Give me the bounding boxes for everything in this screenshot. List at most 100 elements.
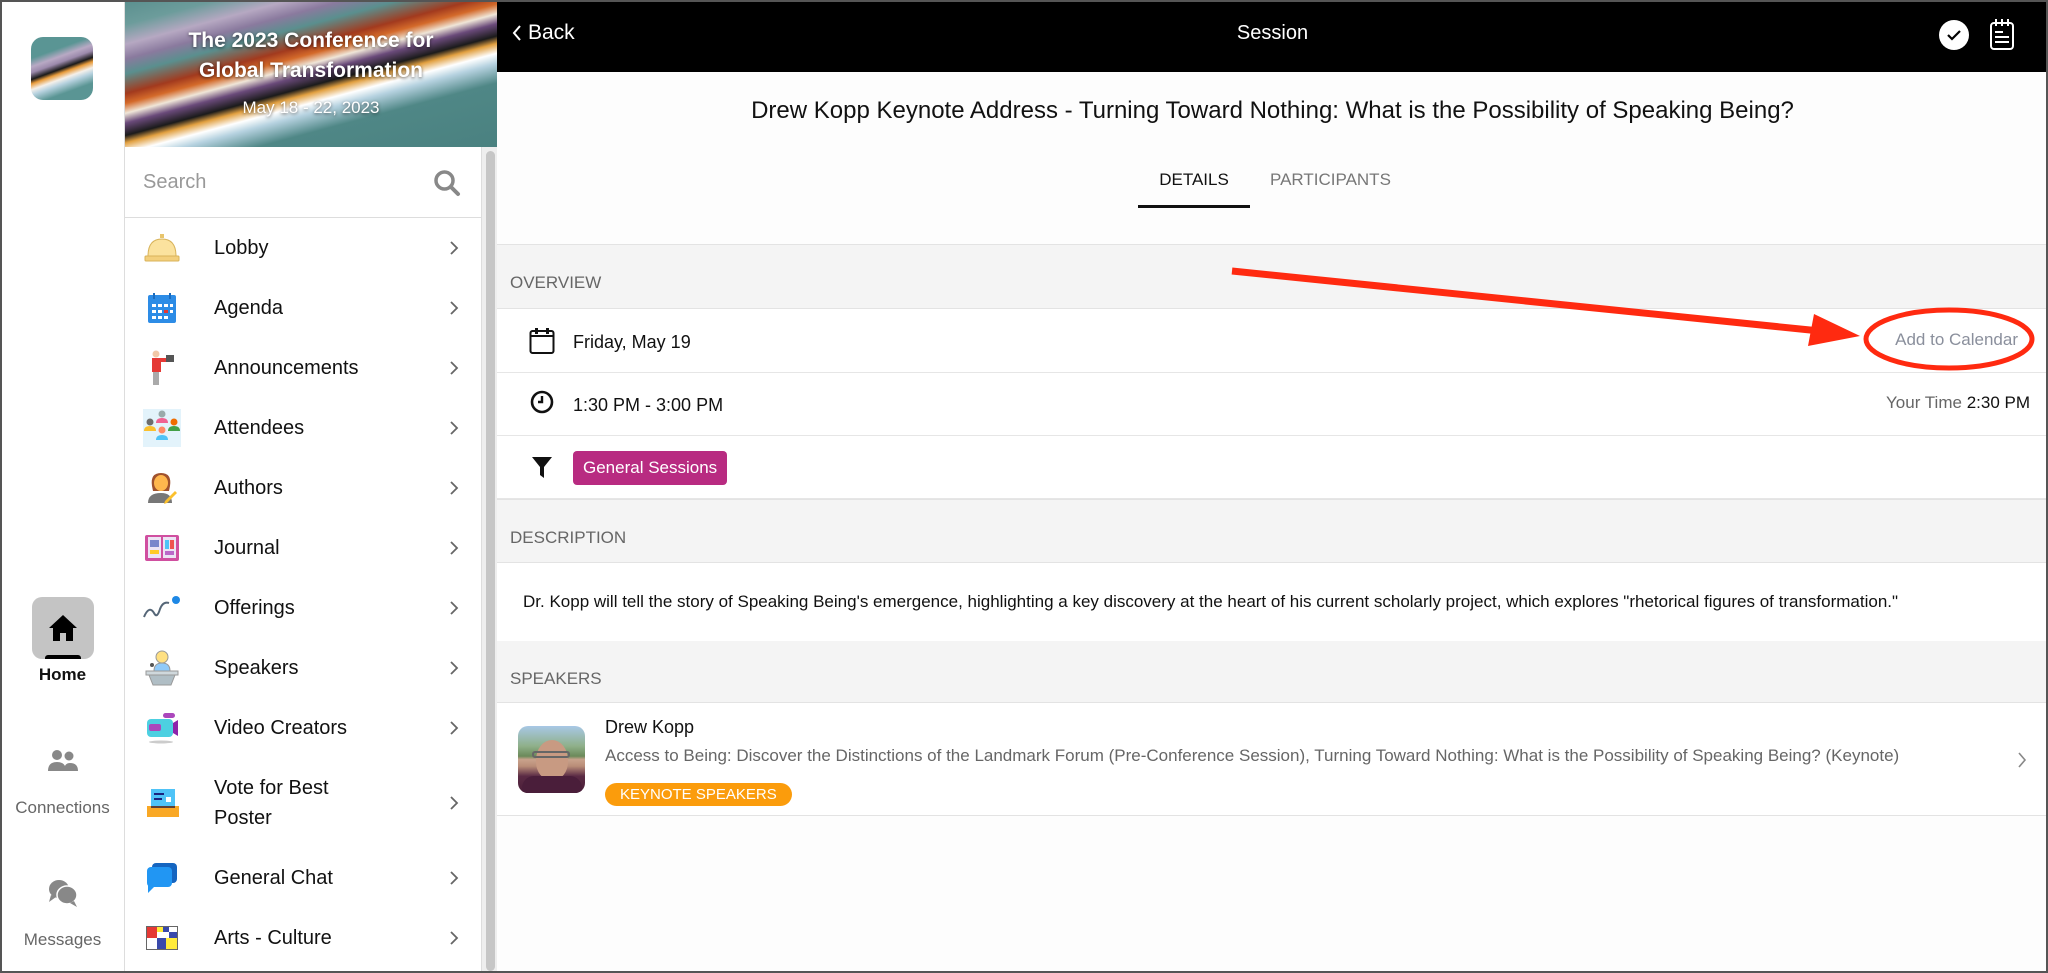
sidebar-item-agenda[interactable]: Agenda <box>125 278 481 338</box>
chevron-right-icon <box>450 241 459 255</box>
chevron-right-icon <box>450 541 459 555</box>
sidebar-item-journal[interactable]: Journal <box>125 518 481 578</box>
sidebar-item-lobby[interactable]: Lobby <box>125 218 481 278</box>
scrollbar-thumb[interactable] <box>486 151 495 971</box>
sidebar-item-label: Offerings <box>214 597 295 619</box>
session-title: Drew Kopp Keynote Address - Turning Towa… <box>751 97 1794 124</box>
chevron-right-icon <box>450 661 459 675</box>
search-input[interactable] <box>143 165 423 199</box>
chevron-right-icon <box>450 931 459 945</box>
search-icon[interactable] <box>433 169 461 197</box>
sidebar-item-label: Attendees <box>214 417 305 439</box>
chevron-right-icon <box>450 796 459 810</box>
date-row: Friday, May 19 Add to Calendar <box>497 309 2048 373</box>
sidebar-item-label: General Chat <box>214 867 333 889</box>
search-bar <box>125 147 481 218</box>
session-date: Friday, May 19 <box>573 332 691 352</box>
overview-header: OVERVIEW <box>497 244 2048 309</box>
open-book-icon <box>143 529 181 567</box>
chevron-right-icon <box>450 421 459 435</box>
top-bar: Back Session <box>497 0 2048 72</box>
service-bell-icon <box>143 229 181 267</box>
video-camera-icon <box>143 709 181 747</box>
speakers-header: SPEAKERS <box>497 641 2048 703</box>
rail-item-home[interactable]: Home <box>0 597 125 685</box>
sidebar-item-label: Agenda <box>214 297 283 319</box>
calendar-outline-icon <box>527 326 557 356</box>
filter-icon <box>527 453 557 483</box>
chat-icon <box>143 859 181 897</box>
chevron-right-icon <box>450 601 459 615</box>
time-row: 1:30 PM - 3:00 PM Your Time 2:30 PM <box>497 373 2048 436</box>
category-badge[interactable]: General Sessions <box>573 451 728 485</box>
app-logo[interactable] <box>31 37 93 100</box>
sidebar-item-vote-for-best-poster[interactable]: Vote for Best Poster <box>125 758 481 848</box>
left-rail: Home Connections Messages <box>0 0 125 973</box>
rail-label: Home <box>38 665 87 684</box>
rail-label: Messages <box>23 930 102 949</box>
podium-icon <box>143 649 181 687</box>
sidebar-menu: Lobby Agenda Announcements Attendees Aut… <box>125 218 481 968</box>
chevron-right-icon <box>450 361 459 375</box>
conference-title: The 2023 Conference for Global Transform… <box>188 29 434 82</box>
speaker-type-badge: KEYNOTE SPEAKERS <box>605 783 792 806</box>
sidebar-item-label: Lobby <box>214 237 269 259</box>
clock-icon <box>527 387 557 417</box>
rail-item-messages[interactable]: Messages <box>0 862 125 950</box>
rail-item-connections[interactable]: Connections <box>0 730 125 818</box>
sidebar-item-label: Journal <box>214 537 280 559</box>
author-icon <box>143 469 181 507</box>
color-grid-icon <box>143 919 181 957</box>
conference-dates: May 18 - 22, 2023 <box>242 98 380 117</box>
sidebar-item-arts-culture[interactable]: Arts - Culture <box>125 908 481 968</box>
description-header: DESCRIPTION <box>497 499 2048 563</box>
sidebar-item-attendees[interactable]: Attendees <box>125 398 481 458</box>
calendar-icon <box>143 289 181 327</box>
session-time: 1:30 PM - 3:00 PM <box>573 395 724 415</box>
chevron-right-icon <box>2018 752 2027 768</box>
curve-dot-icon <box>143 589 181 627</box>
tab-details[interactable]: DETAILS <box>1138 170 1250 208</box>
add-to-calendar-button[interactable]: Add to Calendar <box>1895 330 2018 350</box>
sidebar-item-label: Vote for Best Poster <box>214 777 329 829</box>
rail-label: Connections <box>15 798 110 817</box>
page-title: Session <box>1236 22 1309 44</box>
tab-participants[interactable]: PARTICIPANTS <box>1270 170 1391 190</box>
chevron-right-icon <box>450 721 459 735</box>
session-description: Dr. Kopp will tell the story of Speaking… <box>523 592 1899 611</box>
sidebar-item-label: Authors <box>214 477 283 499</box>
speaker-sessions: Access to Being: Discover the Distinctio… <box>605 746 1900 765</box>
sidebar-scrollbar[interactable] <box>481 147 497 973</box>
group-icon <box>143 409 181 447</box>
sidebar-item-label: Arts - Culture <box>214 927 332 949</box>
sidebar-item-label: Announcements <box>214 357 359 379</box>
category-row: General Sessions <box>497 436 2048 499</box>
megaphone-person-icon <box>143 349 181 387</box>
checkmark-icon <box>1947 30 1961 41</box>
conference-banner: The 2023 Conference for Global Transform… <box>125 0 497 147</box>
chat-bubbles-icon <box>48 880 78 907</box>
your-time-value: 2:30 PM <box>1966 393 2030 412</box>
sidebar-item-speakers[interactable]: Speakers <box>125 638 481 698</box>
notes-icon[interactable] <box>1989 18 2015 51</box>
your-time: Your Time 2:30 PM <box>1886 393 2030 412</box>
speaker-list-item[interactable]: Drew Kopp Access to Being: Discover the … <box>497 703 2048 816</box>
sidebar: The 2023 Conference for Global Transform… <box>125 0 497 973</box>
sidebar-item-label: Speakers <box>214 657 299 679</box>
sidebar-item-video-creators[interactable]: Video Creators <box>125 698 481 758</box>
speaker-avatar <box>518 726 585 793</box>
sidebar-item-offerings[interactable]: Offerings <box>125 578 481 638</box>
people-icon <box>47 750 78 771</box>
chevron-right-icon <box>450 301 459 315</box>
chevron-right-icon <box>450 871 459 885</box>
ballot-box-icon <box>143 784 181 822</box>
sidebar-item-announcements[interactable]: Announcements <box>125 338 481 398</box>
sidebar-item-label: Video Creators <box>214 717 348 739</box>
session-detail: Back Session Drew Kopp Keynote Address -… <box>497 0 2048 973</box>
description-row: Dr. Kopp will tell the story of Speaking… <box>497 563 2048 641</box>
speaker-name: Drew Kopp <box>605 717 695 737</box>
check-button[interactable] <box>1939 20 1969 50</box>
sidebar-item-authors[interactable]: Authors <box>125 458 481 518</box>
sidebar-item-general-chat[interactable]: General Chat <box>125 848 481 908</box>
chevron-right-icon <box>450 481 459 495</box>
